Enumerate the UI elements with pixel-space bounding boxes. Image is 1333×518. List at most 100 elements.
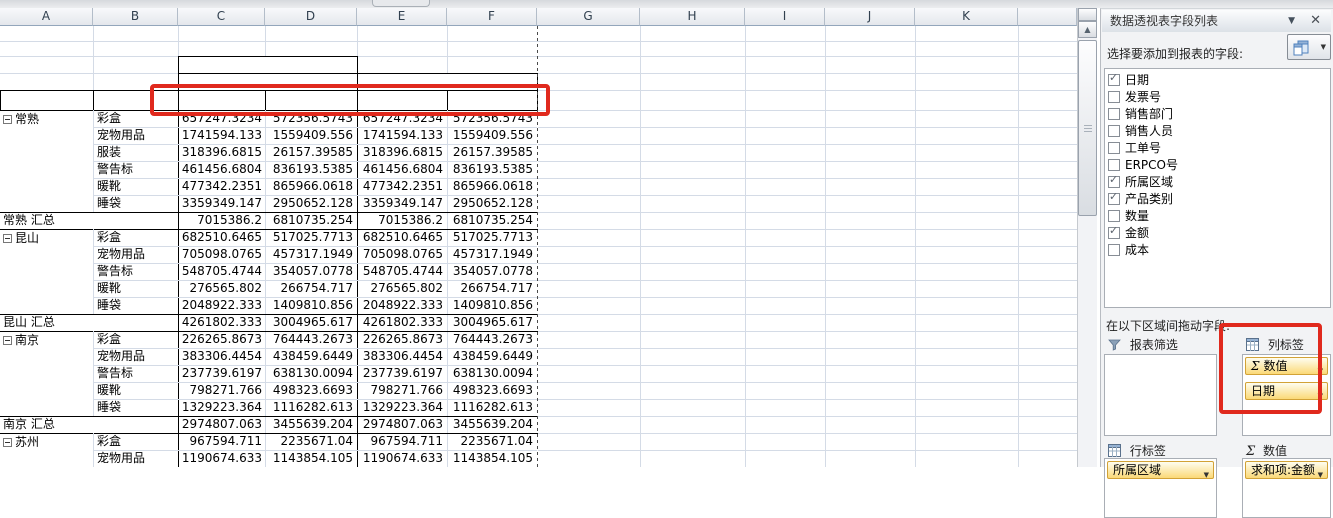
gridline: [93, 56, 94, 90]
pivot-value-cell: 237739.6197: [181, 366, 262, 380]
gridline: [538, 246, 1077, 247]
values-area-header: Σ 数值: [1246, 444, 1288, 459]
column-header[interactable]: G: [537, 8, 640, 26]
column-header-blank: [1018, 8, 1077, 26]
field-list-layout-button[interactable]: ▼: [1287, 34, 1331, 60]
checkbox-checked[interactable]: ✓: [1108, 190, 1120, 205]
pivot-value-cell: 1116282.613: [272, 400, 353, 414]
column-header[interactable]: H: [640, 8, 745, 26]
gridline: [538, 212, 1077, 213]
scrollbar-split-handle[interactable]: [1078, 8, 1097, 21]
checkbox-checked[interactable]: ✓: [1108, 173, 1120, 188]
pivot-value-cell: 705098.0765: [181, 247, 262, 261]
pivot-value-cell: 1741594.133: [181, 128, 262, 142]
checkbox-unchecked[interactable]: [1108, 108, 1120, 120]
column-header[interactable]: A: [0, 8, 93, 26]
scroll-up-button[interactable]: ▲: [1078, 21, 1097, 38]
field-list-item[interactable]: 销售人员: [1108, 122, 1328, 139]
pivot-value-cell: 836193.5385: [272, 162, 353, 176]
field-list-item[interactable]: 成本: [1108, 241, 1328, 258]
pivot-value-cell: 764443.2673: [452, 332, 533, 346]
checkbox-checked[interactable]: ✓: [1108, 224, 1120, 239]
pivot-value-cell: 967594.711: [370, 434, 443, 448]
column-header[interactable]: F: [447, 8, 537, 26]
pivot-value-cell: 764443.2673: [272, 332, 353, 346]
pivot-value-cell: 2950652.128: [272, 196, 353, 210]
column-header[interactable]: E: [357, 8, 447, 26]
column-header[interactable]: B: [93, 8, 178, 26]
gridline: [538, 229, 1077, 230]
pivot-value-cell: 266754.717: [460, 281, 533, 295]
pivot-value-cell: 638130.0094: [452, 366, 533, 380]
checkbox-unchecked[interactable]: [1108, 125, 1120, 137]
checkbox-unchecked[interactable]: [1108, 210, 1120, 222]
checkbox-checked[interactable]: ✓: [1108, 71, 1120, 86]
row-labels-area-header: 行标签: [1108, 444, 1166, 459]
field-pill[interactable]: 所属区域 ▼: [1107, 461, 1214, 479]
pivot-subtotal-value: 3455639.204: [272, 417, 353, 431]
pivot-value-cell: 354057.0778: [452, 264, 533, 278]
gridline: [538, 399, 1077, 400]
pivot-value-cell: 318396.6815: [362, 145, 443, 159]
column-header[interactable]: I: [745, 8, 825, 26]
collapse-region-icon[interactable]: [3, 336, 12, 345]
pivot-region-cell: 昆山: [3, 231, 91, 246]
gridline: [93, 331, 94, 416]
pivot-value-cell: 1143854.105: [272, 451, 353, 465]
panel-title-bar[interactable]: 数据透视表字段列表 ▼ ✕: [1102, 10, 1331, 32]
sigma-icon: Σ: [1246, 444, 1256, 459]
pivot-value-cell: 498323.6693: [272, 383, 353, 397]
field-list-item[interactable]: ERPCO号: [1108, 156, 1328, 173]
field-list-item[interactable]: 销售部门: [1108, 105, 1328, 122]
gridline: [178, 110, 179, 467]
column-header[interactable]: K: [915, 8, 1018, 26]
pivot-value-cell: 2235671.04: [460, 434, 533, 448]
gridline: [538, 41, 1077, 42]
field-list-item[interactable]: ✓ 日期: [1108, 71, 1328, 88]
field-list-item[interactable]: ✓ 产品类别: [1108, 190, 1328, 207]
field-label: 发票号: [1125, 90, 1162, 104]
chevron-down-icon[interactable]: ▼: [1318, 467, 1323, 478]
region-label: 昆山: [15, 231, 40, 245]
field-list-item[interactable]: 发票号: [1108, 88, 1328, 105]
annotation-redbox-column-labels: [1219, 323, 1322, 414]
field-list-item[interactable]: 工单号: [1108, 139, 1328, 156]
gridline: [1018, 26, 1019, 467]
scrollbar-thumb[interactable]: [1078, 40, 1097, 216]
pivot-product-cell: 彩盒: [97, 111, 122, 125]
field-list-item[interactable]: ✓ 金额: [1108, 224, 1328, 241]
pivot-value-cell: 3359349.147: [181, 196, 262, 210]
pivot-product-cell: 彩盒: [97, 332, 122, 346]
gridline: [538, 433, 1077, 434]
column-header[interactable]: D: [265, 8, 357, 26]
panel-menu-caret-icon[interactable]: ▼: [1288, 10, 1295, 32]
gridline: [538, 365, 1077, 366]
collapse-region-icon[interactable]: [3, 438, 12, 447]
pivot-value-cell: 865966.0618: [452, 179, 533, 193]
pivot-value-cell: 226265.8673: [362, 332, 443, 346]
pivot-value-cell: 461456.6804: [181, 162, 262, 176]
checkbox-unchecked[interactable]: [1108, 91, 1120, 103]
column-header[interactable]: C: [178, 8, 265, 26]
gridline: [538, 348, 1077, 349]
checkbox-unchecked[interactable]: [1108, 159, 1120, 171]
collapse-region-icon[interactable]: [3, 234, 12, 243]
field-label: 销售部门: [1125, 107, 1174, 121]
pivot-subtotal-value: 6810735.254: [272, 213, 353, 227]
collapse-region-icon[interactable]: [3, 115, 12, 124]
pivot-value-cell: 798271.766: [370, 383, 443, 397]
report-filter-dropzone[interactable]: [1104, 354, 1217, 436]
field-label: 数量: [1125, 209, 1150, 223]
pivot-value-cell: 2048922.333: [181, 298, 262, 312]
panel-close-icon[interactable]: ✕: [1310, 10, 1321, 32]
chevron-down-icon[interactable]: ▼: [1204, 467, 1209, 478]
field-list-item[interactable]: ✓ 所属区域: [1108, 173, 1328, 190]
field-list-item[interactable]: 数量: [1108, 207, 1328, 224]
gridline: [538, 382, 1077, 383]
field-pill[interactable]: 求和项:金额 ▼: [1245, 461, 1328, 479]
pivot-value-cell: 438459.6449: [452, 349, 533, 363]
pivot-value-cell: 477342.2351: [181, 179, 262, 193]
column-header[interactable]: J: [825, 8, 915, 26]
checkbox-unchecked[interactable]: [1108, 142, 1120, 154]
checkbox-unchecked[interactable]: [1108, 244, 1120, 256]
